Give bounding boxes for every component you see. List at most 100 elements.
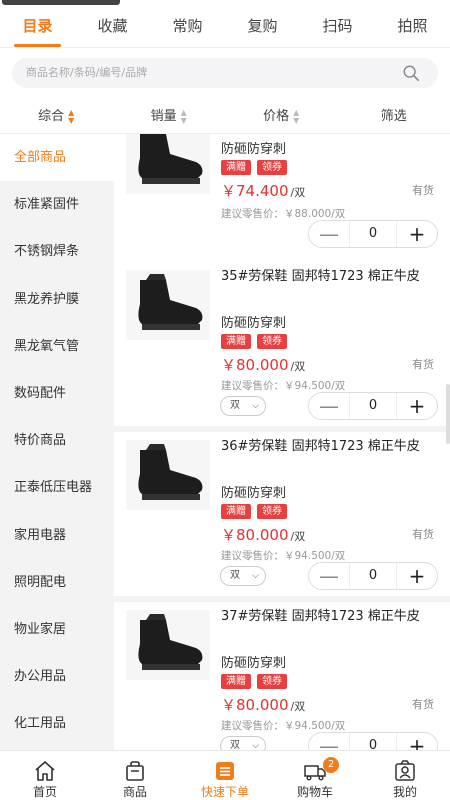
tab-favorites[interactable]: 收藏	[75, 6, 150, 47]
search-input[interactable]: 商品名称/条码/编号/品牌	[12, 58, 438, 88]
sort-price-label: 价格	[263, 109, 290, 124]
product-image[interactable]	[126, 134, 210, 194]
product-card[interactable]: 37#劳保鞋 固邦特1723 棉正牛皮 防砸防穿刺 满赠 领券 ￥80.000/…	[114, 602, 450, 750]
tab-products-label: 商品	[122, 785, 147, 799]
stock-status: 有货	[412, 358, 434, 371]
search-icon[interactable]	[402, 64, 420, 82]
gift-tag: 满赠	[221, 160, 251, 175]
gift-tag: 满赠	[221, 504, 251, 519]
tab-products[interactable]: 商品	[90, 751, 180, 800]
category-item[interactable]: 黑龙养护膜	[0, 276, 114, 323]
decrease-button[interactable]: —	[309, 221, 349, 247]
tab-mine[interactable]: 我的	[360, 751, 450, 800]
sort-caret-icon: ▲ ▼	[180, 107, 187, 125]
category-item[interactable]: 物业家居	[0, 606, 114, 653]
product-image[interactable]	[126, 610, 210, 680]
stock-status: 有货	[412, 698, 434, 711]
tab-catalog[interactable]: 目录	[0, 6, 75, 47]
quantity-value[interactable]: 0	[349, 221, 397, 247]
category-item[interactable]: 化工用品	[0, 700, 114, 747]
quick-order-icon	[216, 762, 234, 780]
tab-repurchase[interactable]: 复购	[225, 6, 300, 47]
unit-select[interactable]: 双 ⌵	[220, 566, 266, 586]
sort-default-label: 综合	[38, 109, 65, 124]
increase-button[interactable]: +	[397, 563, 437, 589]
category-item[interactable]: 办公用品	[0, 653, 114, 700]
product-price: ￥74.400/双	[221, 180, 305, 201]
category-item[interactable]: 特价商品	[0, 417, 114, 464]
quantity-value[interactable]: 0	[349, 733, 397, 750]
product-feature: 防砸防穿刺	[221, 142, 287, 157]
tab-home[interactable]: 首页	[0, 751, 90, 800]
quantity-stepper: — 0 +	[308, 392, 438, 420]
product-name[interactable]: 36#劳保鞋 固邦特1723 棉正牛皮	[221, 436, 441, 458]
increase-button[interactable]: +	[397, 393, 437, 419]
filter-label: 筛选	[380, 109, 407, 124]
sort-default[interactable]: 综合 ▲ ▼	[0, 100, 113, 133]
quantity-value[interactable]: 0	[349, 393, 397, 419]
category-item[interactable]: 标准紧固件	[0, 181, 114, 228]
product-image[interactable]	[126, 440, 210, 510]
unit-select[interactable]: 双 ⌵	[220, 396, 266, 416]
product-image[interactable]	[126, 270, 210, 340]
home-icon	[35, 761, 55, 781]
safety-boot-icon	[138, 614, 203, 670]
price-unit: /双	[290, 530, 306, 543]
increase-button[interactable]: +	[397, 733, 437, 750]
price-value: ￥80.000	[221, 526, 289, 544]
unit-select-value: 双	[230, 400, 240, 411]
tab-scan[interactable]: 扫码	[300, 6, 375, 47]
search-area: 商品名称/条码/编号/品牌	[0, 48, 450, 100]
coupon-tag[interactable]: 领券	[257, 334, 287, 349]
filter-button[interactable]: 筛选	[338, 100, 450, 133]
quantity-stepper: — 0 +	[308, 732, 438, 750]
category-item[interactable]: 照明配电	[0, 559, 114, 606]
suggested-retail-price: 建议零售价：￥88.000/双	[221, 208, 346, 220]
stock-status: 有货	[412, 184, 434, 197]
product-name[interactable]: 35#劳保鞋 固邦特1723 棉正牛皮	[221, 266, 441, 288]
product-name[interactable]: 37#劳保鞋 固邦特1723 棉正牛皮	[221, 606, 441, 628]
price-unit: /双	[290, 186, 306, 199]
gift-tag: 满赠	[221, 334, 251, 349]
coupon-tag[interactable]: 领券	[257, 160, 287, 175]
quantity-value[interactable]: 0	[349, 563, 397, 589]
category-item[interactable]: 不锈钢焊条	[0, 228, 114, 275]
decrease-button[interactable]: —	[309, 733, 349, 750]
product-card[interactable]: 35#劳保鞋 固邦特1723 棉正牛皮 防砸防穿刺 满赠 领券 ￥80.000/…	[114, 262, 450, 426]
chevron-down-icon: ⌵	[252, 571, 259, 581]
tab-cart[interactable]: 2 购物车	[270, 751, 360, 800]
cart-count-badge: 2	[323, 757, 339, 773]
category-item[interactable]: 正泰低压电器	[0, 464, 114, 511]
product-list: 防砸防穿刺 满赠 领券 ￥74.400/双 有货 建议零售价：￥88.000/双…	[114, 134, 450, 750]
suggested-retail-price: 建议零售价：￥94.500/双	[221, 380, 346, 392]
sort-price[interactable]: 价格 ▲ ▼	[225, 100, 338, 133]
category-item[interactable]: 全部商品	[0, 134, 114, 182]
decrease-button[interactable]: —	[309, 563, 349, 589]
sort-sales[interactable]: 销量 ▲ ▼	[113, 100, 226, 133]
product-card[interactable]: 36#劳保鞋 固邦特1723 棉正牛皮 防砸防穿刺 满赠 领券 ￥80.000/…	[114, 432, 450, 596]
suggested-retail-price: 建议零售价：￥94.500/双	[221, 550, 346, 562]
increase-button[interactable]: +	[397, 221, 437, 247]
price-value: ￥74.400	[221, 182, 289, 200]
bottom-tab-bar: 首页 商品 快速下单 2 购物车 我的	[0, 750, 450, 800]
decrease-button[interactable]: —	[309, 393, 349, 419]
sort-caret-icon: ▲ ▼	[293, 107, 300, 125]
scrollbar[interactable]	[446, 384, 450, 444]
tab-photo[interactable]: 拍照	[375, 6, 450, 47]
product-price: ￥80.000/双	[221, 524, 305, 545]
sort-bar: 综合 ▲ ▼ 销量 ▲ ▼ 价格 ▲ ▼ 筛选	[0, 100, 450, 134]
tab-quick-order[interactable]: 快速下单	[180, 751, 270, 800]
suggested-retail-price: 建议零售价：￥94.500/双	[221, 720, 346, 732]
tab-frequent[interactable]: 常购	[150, 6, 225, 47]
category-item[interactable]: 黑龙氧气管	[0, 323, 114, 370]
tab-home-label: 首页	[32, 785, 57, 799]
coupon-tag[interactable]: 领券	[257, 674, 287, 689]
price-unit: /双	[290, 700, 306, 713]
coupon-tag[interactable]: 领券	[257, 504, 287, 519]
sort-caret-icon: ▲ ▼	[68, 107, 75, 125]
unit-select[interactable]: 双 ⌵	[220, 736, 266, 750]
product-feature: 防砸防穿刺	[221, 656, 287, 671]
category-item[interactable]: 家用电器	[0, 512, 114, 559]
category-item[interactable]: 数码配件	[0, 370, 114, 417]
price-value: ￥80.000	[221, 696, 289, 714]
